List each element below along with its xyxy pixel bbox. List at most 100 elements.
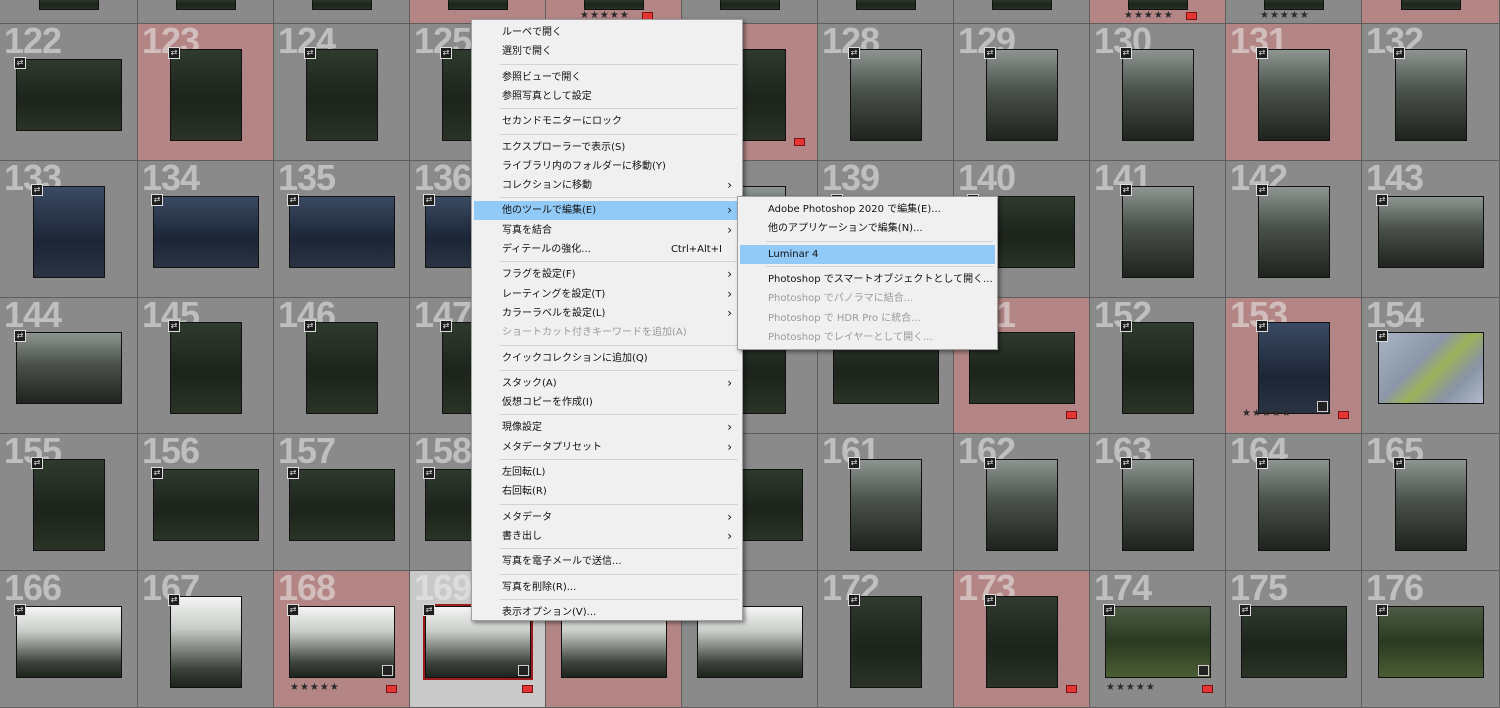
photo-thumbnail[interactable] [1395,459,1467,551]
grid-cell[interactable]: 168 ⇄ ★★★★★ [274,571,410,708]
menu-item[interactable]: 参照ビューで開く [474,68,740,87]
stack-badge-icon[interactable]: ⇄ [14,57,26,69]
menu-item[interactable]: クイックコレクションに追加(Q) [474,349,740,368]
photo-thumbnail[interactable] [33,459,105,551]
grid-cell[interactable] [818,0,954,24]
menu-item[interactable]: 左回転(L) [474,463,740,482]
photo-thumbnail[interactable] [312,0,372,10]
photo-thumbnail[interactable] [306,49,378,141]
stack-badge-icon[interactable]: ⇄ [287,194,299,206]
grid-cell[interactable] [274,0,410,24]
stack-badge-icon[interactable]: ⇄ [1120,47,1132,59]
stack-badge-icon[interactable]: ⇄ [440,320,452,332]
grid-cell[interactable]: 156 ⇄ [138,434,274,571]
stack-badge-icon[interactable]: ⇄ [984,594,996,606]
menu-item[interactable]: Luminar 4 [740,244,995,264]
stack-badge-icon[interactable]: ⇄ [1256,320,1268,332]
grid-cell[interactable]: 152 ⇄ [1090,298,1226,434]
stack-badge-icon[interactable]: ⇄ [14,330,26,342]
menu-item[interactable]: Photoshop でスマートオブジェクトとして開く... [740,270,995,289]
photo-thumbnail[interactable] [986,49,1058,141]
grid-cell[interactable] [138,0,274,24]
photo-thumbnail[interactable] [1122,49,1194,141]
grid-cell[interactable]: 145 ⇄ [138,298,274,434]
stack-badge-icon[interactable]: ⇄ [1103,604,1115,616]
photo-thumbnail[interactable] [1258,186,1330,278]
stack-badge-icon[interactable]: ⇄ [304,47,316,59]
grid-cell[interactable]: 163 ⇄ [1090,434,1226,571]
menu-item[interactable]: 写真を削除(R)... [474,578,740,597]
grid-cell[interactable]: 134 ⇄ [138,161,274,298]
menu-item[interactable]: コレクションに移動 › [474,176,740,195]
menu-item[interactable]: レーティングを設定(T) › [474,285,740,304]
menu-item[interactable]: 現像設定 › [474,418,740,437]
photo-thumbnail[interactable] [850,459,922,551]
photo-thumbnail[interactable] [33,186,105,278]
menu-item[interactable]: カラーラベルを設定(L) › [474,304,740,323]
stack-badge-icon[interactable]: ⇄ [1393,47,1405,59]
photo-thumbnail[interactable] [153,196,259,268]
photo-thumbnail[interactable] [1105,606,1211,678]
stack-badge-icon[interactable]: ⇄ [440,47,452,59]
menu-item[interactable]: 他のアプリケーションで編集(N)... [740,219,995,238]
star-rating[interactable]: ★★★★★ [290,682,340,693]
grid-cell[interactable]: 129 ⇄ [954,24,1090,161]
stack-badge-icon[interactable]: ⇄ [31,184,43,196]
photo-thumbnail[interactable] [306,322,378,414]
grid-cell[interactable]: 130 ⇄ [1090,24,1226,161]
stack-badge-icon[interactable]: ⇄ [1256,47,1268,59]
photo-thumbnail[interactable] [1264,0,1324,10]
photo-thumbnail[interactable] [289,606,395,678]
grid-cell[interactable]: 133 ⇄ [0,161,138,298]
stack-badge-icon[interactable]: ⇄ [168,320,180,332]
grid-cell[interactable]: 153 ⇄ ★★★★★ [1226,298,1362,434]
stack-badge-icon[interactable]: ⇄ [168,47,180,59]
grid-cell[interactable]: 124 ⇄ [274,24,410,161]
photo-thumbnail[interactable] [584,0,644,10]
photo-thumbnail[interactable] [448,0,508,10]
photo-thumbnail[interactable] [1122,186,1194,278]
stack-badge-icon[interactable]: ⇄ [287,467,299,479]
photo-thumbnail[interactable] [170,49,242,141]
grid-cell[interactable]: 141 ⇄ [1090,161,1226,298]
stack-badge-icon[interactable]: ⇄ [151,467,163,479]
grid-cell[interactable]: 142 ⇄ [1226,161,1362,298]
stack-badge-icon[interactable]: ⇄ [423,194,435,206]
photo-thumbnail[interactable] [1122,322,1194,414]
stack-badge-icon[interactable]: ⇄ [984,457,996,469]
grid-cell[interactable]: 122 ⇄ [0,24,138,161]
grid-cell[interactable]: 135 ⇄ [274,161,410,298]
photo-thumbnail[interactable] [153,469,259,541]
menu-item[interactable]: 選別で開く [474,42,740,61]
stack-badge-icon[interactable]: ⇄ [423,467,435,479]
menu-item[interactable]: メタデータ › [474,508,740,527]
menu-item[interactable]: スタック(A) › [474,374,740,393]
menu-item[interactable]: フラグを設定(F) › [474,265,740,284]
grid-cell[interactable]: 157 ⇄ [274,434,410,571]
stack-badge-icon[interactable]: ⇄ [1239,604,1251,616]
grid-cell[interactable]: ★★★★★ [1226,0,1362,24]
grid-cell[interactable] [954,0,1090,24]
grid-cell[interactable]: 128 ⇄ [818,24,954,161]
menu-item[interactable]: エクスプローラーで表示(S) [474,138,740,157]
photo-thumbnail[interactable] [1128,0,1188,10]
stack-badge-icon[interactable]: ⇄ [287,604,299,616]
menu-item[interactable]: 他のツールで編集(E) › [474,201,740,221]
menu-item[interactable]: Adobe Photoshop 2020 で編集(E)... [740,200,995,219]
grid-cell[interactable]: 162 ⇄ [954,434,1090,571]
photo-thumbnail[interactable] [39,0,99,10]
stack-badge-icon[interactable]: ⇄ [1393,457,1405,469]
stack-badge-icon[interactable]: ⇄ [14,604,26,616]
grid-cell[interactable] [1362,0,1500,24]
stack-badge-icon[interactable]: ⇄ [848,47,860,59]
grid-cell[interactable]: 154 ⇄ [1362,298,1500,434]
grid-cell[interactable]: 167 ⇄ [138,571,274,708]
photo-thumbnail[interactable] [1241,606,1347,678]
stack-badge-icon[interactable]: ⇄ [1256,457,1268,469]
photo-thumbnail[interactable] [1401,0,1461,10]
grid-cell[interactable]: 172 ⇄ [818,571,954,708]
photo-thumbnail[interactable] [1258,459,1330,551]
photo-thumbnail[interactable] [992,0,1052,10]
stack-badge-icon[interactable]: ⇄ [31,457,43,469]
photo-thumbnail[interactable] [170,596,242,688]
